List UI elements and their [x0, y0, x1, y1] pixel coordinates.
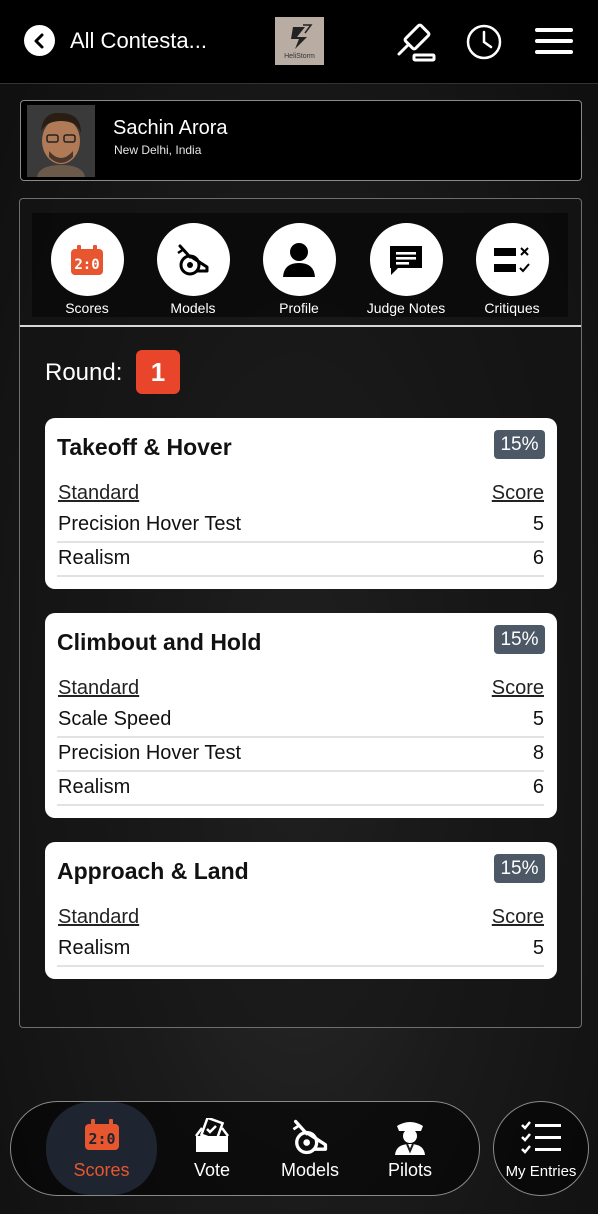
weight-badge: 15% — [494, 625, 545, 654]
tab-profile[interactable]: Profile — [254, 223, 344, 316]
nav-label: My Entries — [505, 1163, 577, 1180]
checklist-icon — [521, 1121, 561, 1154]
divider — [20, 325, 581, 327]
tab-label: Scores — [65, 300, 109, 316]
table-row: Precision Hover Test 5 — [57, 509, 544, 543]
round-label: Round: — [45, 359, 123, 386]
standard-header: Standard — [58, 482, 140, 504]
score-value: 8 — [532, 742, 544, 764]
nav-label: Scores — [73, 1160, 130, 1180]
section-card: Takeoff & Hover 15% Standard Score Preci… — [45, 418, 557, 589]
top-app-bar: All Contesta... HeliStorm — [0, 0, 598, 84]
score-header: Score — [491, 906, 544, 928]
nav-label: Models — [280, 1160, 340, 1180]
tab-bar: 2:0 Scores Models Profile Judge Notes Cr… — [32, 213, 568, 317]
scoreboard-icon: 2:0 — [84, 1119, 119, 1150]
section-title: Approach & Land — [57, 858, 249, 884]
svg-text:2:0: 2:0 — [88, 1130, 115, 1148]
svg-text:2:0: 2:0 — [74, 257, 99, 273]
nav-models[interactable]: Models — [264, 1102, 356, 1195]
standard-name: Realism — [58, 547, 131, 569]
score-value: 5 — [532, 937, 544, 959]
standard-name: Realism — [58, 937, 131, 959]
helicopter-model-icon — [177, 244, 209, 275]
score-header: Score — [491, 482, 544, 504]
standard-header: Standard — [58, 677, 140, 699]
ballot-box-icon — [195, 1118, 229, 1152]
table-row: Precision Hover Test 8 — [57, 738, 544, 772]
checklist-icon — [494, 246, 530, 272]
standard-name: Realism — [58, 776, 131, 798]
weight-badge: 15% — [494, 430, 545, 459]
helicopter-model-icon — [292, 1119, 328, 1155]
tab-models[interactable]: Models — [148, 223, 238, 316]
back-button[interactable] — [24, 25, 55, 56]
section-card: Climbout and Hold 15% Standard Score Sca… — [45, 613, 557, 818]
tab-label: Models — [170, 300, 216, 316]
nav-pilots[interactable]: Pilots — [364, 1102, 456, 1195]
logo-mark-icon — [290, 23, 312, 49]
weight-badge: 15% — [494, 854, 545, 883]
table-row: Realism 6 — [57, 772, 544, 806]
notes-icon — [390, 245, 422, 275]
tab-label: Judge Notes — [366, 300, 446, 316]
contestant-location: New Delhi, India — [114, 143, 202, 157]
standard-name: Scale Speed — [58, 708, 172, 730]
nav-vote[interactable]: Vote — [166, 1102, 258, 1195]
menu-icon[interactable] — [534, 26, 574, 56]
pilot-icon — [395, 1122, 425, 1155]
nav-label: Pilots — [387, 1160, 432, 1180]
auction-gavel-icon[interactable] — [394, 22, 438, 64]
section-card: Approach & Land 15% Standard Score Reali… — [45, 842, 557, 979]
table-row: Scale Speed 5 — [57, 704, 544, 738]
section-title: Takeoff & Hover — [57, 434, 232, 460]
round-selector[interactable]: 1 — [136, 350, 180, 394]
nav-scores[interactable]: 2:0 Scores — [46, 1102, 157, 1195]
app-logo[interactable]: HeliStorm — [275, 17, 324, 65]
clock-icon[interactable] — [465, 23, 503, 61]
back-icon — [34, 33, 43, 48]
header-title[interactable]: All Contesta... — [70, 28, 207, 54]
nav-label: Vote — [193, 1160, 231, 1180]
avatar — [27, 105, 95, 177]
score-header: Score — [491, 677, 544, 699]
score-value: 5 — [532, 708, 544, 730]
score-value: 5 — [532, 513, 544, 535]
standard-header: Standard — [58, 906, 140, 928]
scoreboard-icon: 2:0 — [71, 244, 103, 275]
table-row: Realism 6 — [57, 543, 544, 577]
tab-label: Profile — [279, 300, 319, 316]
scores-panel: 2:0 Scores Models Profile Judge Notes Cr… — [19, 198, 582, 1028]
tab-scores[interactable]: 2:0 Scores — [42, 223, 132, 316]
tab-label: Critiques — [484, 300, 540, 316]
contestant-name: Sachin Arora — [113, 117, 228, 139]
standard-name: Precision Hover Test — [58, 513, 242, 535]
standard-name: Precision Hover Test — [58, 742, 242, 764]
score-value: 6 — [532, 776, 544, 798]
score-value: 6 — [532, 547, 544, 569]
person-icon — [283, 242, 315, 277]
tab-judge-notes[interactable]: Judge Notes — [361, 223, 451, 316]
table-row: Realism 5 — [57, 933, 544, 967]
contestant-card[interactable]: Sachin Arora New Delhi, India — [20, 100, 582, 181]
logo-text: HeliStorm — [284, 52, 315, 60]
section-title: Climbout and Hold — [57, 629, 262, 655]
my-entries-button[interactable]: My Entries — [493, 1101, 589, 1196]
tab-critiques[interactable]: Critiques — [467, 223, 557, 316]
bottom-nav: 2:0 Scores Vote Models Pilots — [10, 1101, 480, 1196]
